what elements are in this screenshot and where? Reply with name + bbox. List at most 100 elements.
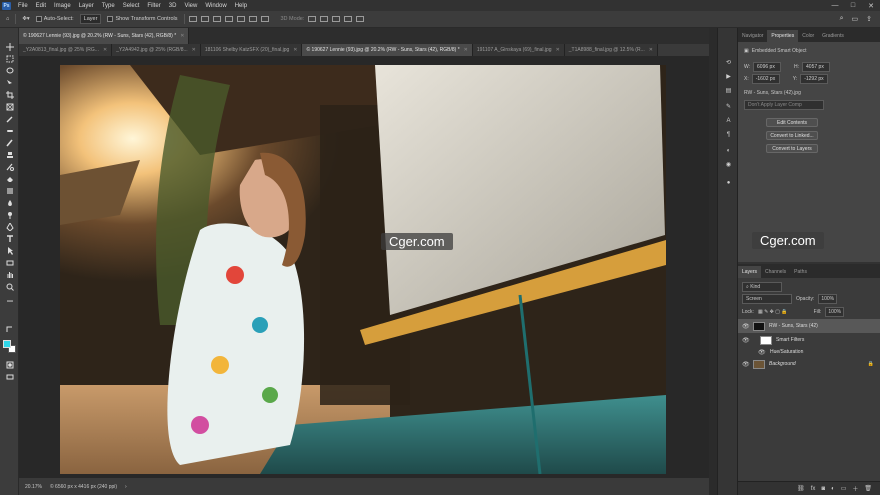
- quick-mask-icon[interactable]: [5, 360, 14, 369]
- align-right-icon[interactable]: [212, 16, 221, 22]
- x-field[interactable]: -1602 px: [751, 74, 780, 84]
- menu-filter[interactable]: Filter: [143, 3, 164, 9]
- swap-colors-icon[interactable]: [5, 324, 14, 333]
- tab-paths[interactable]: Paths: [790, 266, 811, 278]
- workspace-icon[interactable]: ▭: [852, 15, 859, 23]
- opacity-field[interactable]: 100%: [818, 294, 838, 304]
- menu-type[interactable]: Type: [98, 3, 119, 9]
- canvas-area[interactable]: Cger.com: [19, 56, 709, 478]
- layer-row-background[interactable]: 👁 Background 🔒: [738, 357, 880, 371]
- channels-icon[interactable]: ◉: [724, 160, 733, 169]
- close-icon[interactable]: ✕: [103, 47, 107, 53]
- menu-edit[interactable]: Edit: [32, 3, 50, 9]
- eye-icon[interactable]: 👁: [742, 337, 750, 344]
- blend-mode-dropdown[interactable]: Screen: [742, 294, 792, 304]
- gradient-tool-icon[interactable]: [5, 186, 14, 195]
- document-info[interactable]: © 6560 px x 4416 px (240 ppi): [50, 484, 117, 490]
- brushes-icon[interactable]: ✎: [724, 102, 733, 111]
- history-brush-tool-icon[interactable]: [5, 162, 14, 171]
- height-field[interactable]: 4057 px: [802, 62, 831, 72]
- 3d-slide-icon[interactable]: [344, 16, 353, 22]
- layer-comp-dropdown[interactable]: Don't Apply Layer Comp: [744, 100, 824, 110]
- close-icon[interactable]: ✕: [556, 47, 560, 53]
- tab-channels[interactable]: Channels: [761, 266, 790, 278]
- menu-image[interactable]: Image: [50, 3, 75, 9]
- chevron-right-icon[interactable]: ›: [125, 484, 127, 490]
- foreground-color-swatch[interactable]: [3, 340, 11, 348]
- history-icon[interactable]: ⟲: [724, 58, 733, 67]
- eraser-tool-icon[interactable]: [5, 174, 14, 183]
- 3d-roll-icon[interactable]: [320, 16, 329, 22]
- close-button[interactable]: ✕: [862, 0, 880, 11]
- document-tab[interactable]: _Y2A4942.jpg @ 25% (RGB/8... ✕: [112, 44, 201, 56]
- edit-contents-button[interactable]: Edit Contents: [766, 118, 818, 127]
- minimize-button[interactable]: —: [826, 0, 844, 11]
- convert-to-layers-button[interactable]: Convert to Layers: [766, 144, 818, 153]
- lasso-tool-icon[interactable]: [5, 66, 14, 75]
- align-top-icon[interactable]: [224, 16, 233, 22]
- tab-navigator[interactable]: Navigator: [738, 30, 767, 42]
- document-tab[interactable]: 181106 Shelby KatzSFX (20)_final.jpg ✕: [200, 44, 303, 56]
- y-field[interactable]: -1292 px: [800, 74, 829, 84]
- type-tool-icon[interactable]: [5, 234, 14, 243]
- 3d-pan-icon[interactable]: [332, 16, 341, 22]
- rectangle-tool-icon[interactable]: [5, 258, 14, 267]
- menu-3d[interactable]: 3D: [165, 3, 181, 9]
- menu-window[interactable]: Window: [201, 3, 230, 9]
- align-middle-icon[interactable]: [236, 16, 245, 22]
- convert-to-linked-button[interactable]: Convert to Linked...: [766, 131, 818, 140]
- show-transform-checkbox[interactable]: [107, 16, 114, 22]
- paragraph-icon[interactable]: ¶: [724, 130, 733, 139]
- auto-select-dropdown[interactable]: Layer: [79, 14, 102, 24]
- share-icon[interactable]: ⇪: [866, 15, 872, 23]
- close-icon[interactable]: ✕: [293, 47, 297, 53]
- tab-color[interactable]: Color: [798, 30, 818, 42]
- layer-kind-filter[interactable]: ⌕ Kind: [742, 282, 782, 292]
- marquee-tool-icon[interactable]: [5, 54, 14, 63]
- 3d-rotate-icon[interactable]: [308, 16, 317, 22]
- clone-stamp-tool-icon[interactable]: [5, 150, 14, 159]
- pen-tool-icon[interactable]: [5, 222, 14, 231]
- zoom-tool-icon[interactable]: [5, 282, 14, 291]
- eyedropper-tool-icon[interactable]: [5, 114, 14, 123]
- zoom-level[interactable]: 20.17%: [25, 484, 42, 490]
- document-tab[interactable]: © 190627 Lennie (93).jpg @ 20.2% (RW - S…: [19, 28, 190, 44]
- tab-properties[interactable]: Properties: [767, 30, 799, 42]
- object-select-tool-icon[interactable]: [5, 78, 14, 87]
- document-tab[interactable]: 191107 A_Ginskaya (69)_final.jpg ✕: [472, 44, 565, 56]
- fx-icon[interactable]: fx: [811, 486, 816, 492]
- menu-view[interactable]: View: [180, 3, 201, 9]
- align-center-icon[interactable]: [200, 16, 209, 22]
- menu-select[interactable]: Select: [119, 3, 144, 9]
- move-tool-icon[interactable]: [5, 42, 14, 51]
- layer-row-smart-object[interactable]: 👁 RW - Suns, Stars (42): [738, 319, 880, 333]
- document-tab-active[interactable]: © 190627 Lennie (93).jpg @ 20.2% (RW - S…: [302, 44, 473, 56]
- fill-field[interactable]: 100%: [825, 307, 845, 317]
- search-icon[interactable]: ⌕: [840, 15, 844, 23]
- plugin-icon[interactable]: ●: [724, 178, 733, 187]
- close-icon[interactable]: ✕: [192, 47, 196, 53]
- crop-tool-icon[interactable]: [5, 90, 14, 99]
- trash-icon[interactable]: 🗑: [864, 485, 872, 492]
- close-icon[interactable]: ✕: [649, 47, 653, 53]
- 3d-scale-icon[interactable]: [356, 16, 365, 22]
- more-tools-icon[interactable]: [5, 296, 14, 305]
- auto-select-checkbox[interactable]: [35, 16, 42, 22]
- eye-icon[interactable]: 👁: [758, 349, 766, 356]
- document-canvas-image[interactable]: [60, 65, 666, 474]
- move-tool-icon[interactable]: ✥▾: [22, 16, 29, 22]
- link-layers-icon[interactable]: ⛓: [797, 485, 805, 492]
- eye-icon[interactable]: 👁: [742, 323, 750, 330]
- character-icon[interactable]: A: [724, 116, 733, 125]
- align-bottom-icon[interactable]: [248, 16, 257, 22]
- new-layer-icon[interactable]: ＋: [852, 484, 858, 493]
- eye-icon[interactable]: 👁: [742, 361, 750, 368]
- screen-mode-icon[interactable]: [5, 372, 14, 381]
- frame-tool-icon[interactable]: [5, 102, 14, 111]
- libraries-icon[interactable]: ▤: [724, 86, 733, 95]
- adjustments-icon[interactable]: ◐: [724, 146, 733, 155]
- tab-gradients[interactable]: Gradients: [818, 30, 848, 42]
- home-icon[interactable]: ⌂: [6, 16, 9, 22]
- maximize-button[interactable]: □: [844, 0, 862, 11]
- menu-file[interactable]: File: [14, 3, 32, 9]
